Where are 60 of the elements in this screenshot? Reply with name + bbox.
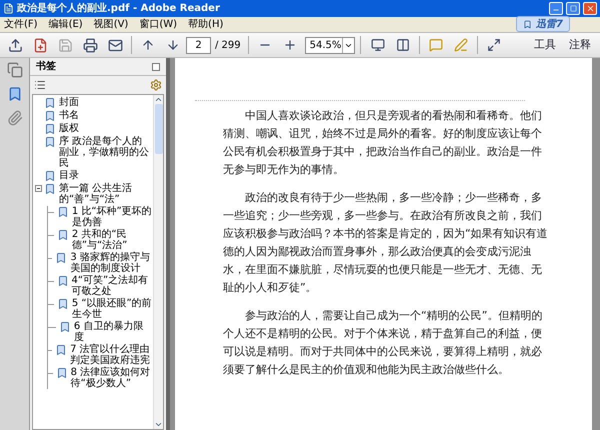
menu-item[interactable]: 视图(V) (94, 18, 128, 30)
bookmark-icon (44, 123, 56, 135)
maximize-icon (570, 5, 576, 12)
badge-label: 迅雷7 (536, 18, 563, 32)
bookmark-item[interactable]: 6 自卫的暴力限度 (74, 321, 152, 343)
pdf-icon (3, 3, 14, 14)
close-button[interactable] (583, 2, 597, 15)
bookmark-item[interactable]: 序 政治是每个人的副业，学做精明的公民 (59, 136, 152, 169)
overlay-badge[interactable]: 迅雷7 (516, 16, 570, 32)
bookmark-icon (55, 252, 68, 264)
bookmark-item[interactable]: 1 比“坏种”更坏的是伪善 (72, 206, 152, 228)
minimize-button[interactable] (549, 2, 563, 15)
bookmark-icon (44, 170, 56, 182)
bookmark-icon (58, 321, 71, 333)
bookmark-item[interactable]: 8 法律应该如何对待“极少数人” (70, 367, 152, 389)
zoom-dropdown[interactable]: 54.5% (304, 36, 355, 54)
collapse-toggle[interactable] (35, 185, 42, 192)
panel-tab[interactable]: 注释 (563, 36, 597, 54)
menu-item[interactable]: 编辑(E) (48, 18, 83, 30)
page-count: / 299 (215, 38, 241, 52)
body-paragraph: 政治的改良有待于少一些热闹，多一些冷静；少一些稀奇，多一些追究；少一些旁观，多一些参与。在政治有所改良之前，我们应该积极参与政治吗？本书的答案是肯定的，因为“如果有知识有道德的人因为鄙视政治而置身事外，那么政治便真的会变成污泥浊水，在里面不嫌肮脏，尽情玩耍的也便只能是一些无才、无德、无耻的小人和歹徒”。 (223, 190, 549, 296)
body-paragraph: 中国人喜欢谈论政治，但只是旁观者的看热闹和看稀奇。他们猜测、嘲讽、诅咒，始终不过是局外的看客。好的制度应该让每个公民有机会积极置身于其中，把政治当作自己的副业。政治是一件无参与即无作为的事情。 (223, 108, 543, 178)
scroll-up-icon[interactable] (154, 95, 163, 104)
bookmark-icon (56, 229, 69, 241)
close-icon (586, 4, 594, 13)
bookmark-icon (56, 298, 69, 310)
scrollbar-thumb[interactable] (154, 104, 162, 154)
bookmark-item[interactable]: 目录 (59, 170, 79, 181)
scrollbar[interactable] (153, 95, 163, 429)
bookmark-icon (44, 97, 56, 109)
bookmark-icon (56, 367, 68, 379)
pages-icon[interactable] (6, 62, 22, 78)
scroll-down-icon[interactable] (154, 420, 163, 429)
collapse-panel-icon[interactable] (152, 62, 160, 70)
maximize-button[interactable] (566, 2, 580, 15)
page-number-field[interactable]: 2 (186, 36, 211, 54)
menu-item[interactable]: 窗口(W) (139, 18, 178, 30)
menu-item[interactable]: 文件(F) (4, 18, 38, 30)
bookmark-item[interactable]: 版权 (59, 123, 79, 134)
bookmark-item[interactable]: 书名 (59, 110, 79, 121)
bookmark-icon (56, 275, 69, 287)
bookmark-icon (44, 183, 56, 195)
window-title: 政治是每个人的副业.pdf - Adobe Reader (17, 2, 221, 16)
bookmark-icon (56, 206, 69, 218)
menu-item[interactable]: 帮助(H) (188, 18, 224, 30)
bookmark-settings-icon[interactable] (150, 79, 162, 91)
body-paragraph: 参与政治的人，需要让自己成为一个“精明的公民”。但精明的个人还不是精明的公民。对于个体来说，精于盘算自己的利益，便可以说是精明。而对于共同体中的公民来说，要算得上精明，就必须要了解什么是民主的价值观和他能为民主政治做些什么。 (223, 308, 544, 378)
bookmark-item[interactable]: 5 “以眼还眼”的前生今世 (72, 298, 152, 320)
bookmark-item[interactable]: 7 法官以什么理由判定美国政府违宪 (70, 344, 152, 366)
bookmark-item[interactable]: 封面 (59, 97, 79, 108)
panel-title: 书签 (36, 60, 57, 74)
bookmark-item[interactable]: 4“可笑”之法却有可敬之处 (72, 275, 152, 297)
bookmarks-icon[interactable] (6, 86, 22, 102)
bookmark-icon (44, 136, 56, 148)
panel-tab[interactable]: 工具 (528, 36, 562, 54)
bookmark-item[interactable]: 2 共和的“民德”与“法治” (72, 229, 152, 251)
bookmark-icon (44, 110, 56, 122)
bookmark-icon (55, 344, 68, 356)
bookmark-item[interactable]: 3 骆家辉的操守与美国的制度设计 (70, 252, 152, 274)
bookmark-item[interactable]: 第一篇 公共生活的“善”与“法” (59, 183, 152, 205)
